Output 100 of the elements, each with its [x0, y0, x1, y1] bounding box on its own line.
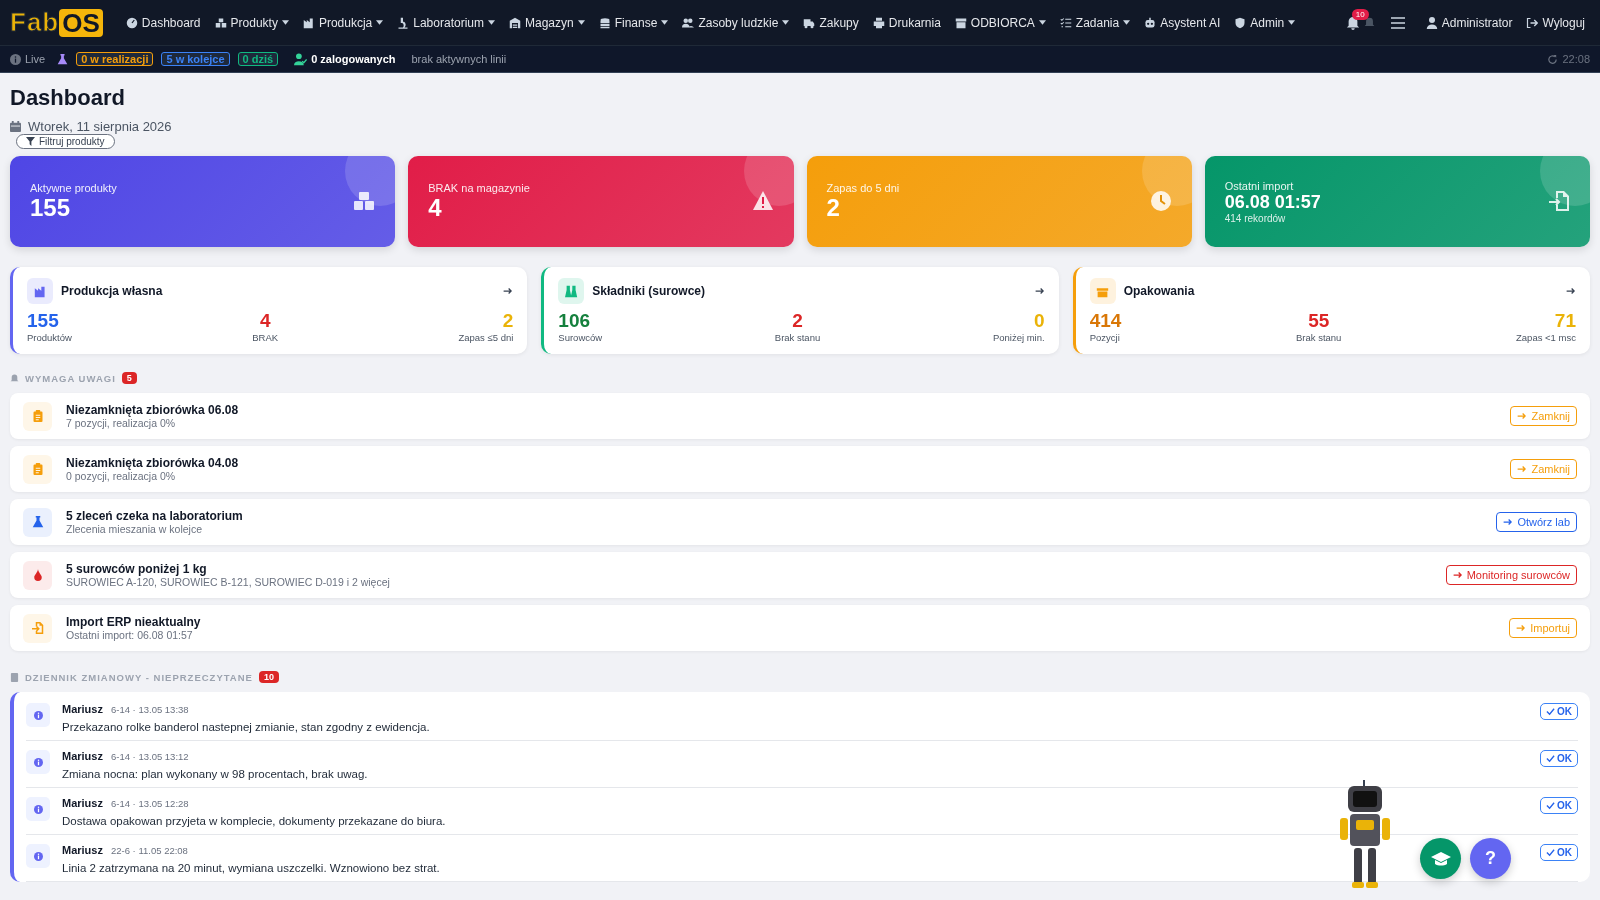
kpi-card[interactable]: Ostatni import 06.08 01:57 414 rekordów: [1204, 156, 1590, 247]
clipboard-icon: [31, 463, 44, 475]
summary-card[interactable]: Opakowania 414 Pozycji 55 Brak stanu 71 Zapas <1 msc: [1072, 267, 1590, 354]
ok-button[interactable]: OK: [1540, 703, 1578, 720]
nav-menu-item[interactable]: Dashboard: [120, 11, 206, 34]
nav-menu-item[interactable]: Asystent AI: [1139, 11, 1226, 34]
stat-value: 2: [792, 310, 803, 332]
boxes-icon: [353, 190, 376, 212]
kpi-card[interactable]: BRAK na magazynie 4: [408, 156, 794, 247]
nav-menu-item[interactable]: Laboratorium: [392, 11, 500, 34]
alert-title: 5 zleceń czeka na laboratorium: [66, 509, 244, 523]
info-icon: [33, 851, 43, 861]
alert-subtitle: 7 pozycji, realizacja 0%: [66, 417, 177, 429]
microscope-icon: [397, 16, 410, 29]
kpi-label: Aktywne produkty: [30, 181, 117, 194]
filter-button[interactable]: Filtruj produkty: [16, 134, 115, 149]
arrow-right-icon[interactable]: [503, 286, 514, 296]
action-button[interactable]: Monitoring surowców: [1445, 565, 1577, 585]
logo-text: Fab: [10, 7, 60, 38]
action-button[interactable]: Otwórz lab: [1496, 512, 1577, 532]
truck-icon: [803, 16, 816, 29]
nav-menu-item[interactable]: Zadania: [1054, 11, 1136, 34]
checklist-icon: [1059, 16, 1072, 29]
logged-in-count: 0 zalogowanych: [311, 53, 396, 65]
user-icon: [1425, 16, 1438, 29]
arrow-right-icon: [1503, 517, 1514, 527]
card-title: Składniki (surowce): [592, 284, 707, 298]
stat-value: 155: [27, 310, 59, 332]
section-title: DZIENNIK ZMIANOWY - NIEPRZECZYTANE: [25, 671, 253, 683]
nav-menu-item[interactable]: Zasoby ludzkie: [677, 11, 795, 34]
log-meta: 6-14 · 13.05 13:38: [110, 704, 189, 715]
check-icon: [1546, 707, 1555, 716]
stat-label: Produktów: [27, 332, 72, 343]
nav-menu-item[interactable]: Admin: [1229, 11, 1301, 34]
current-date: Wtorek, 11 sierpnia 2026: [28, 119, 172, 134]
card-title: Opakowania: [1123, 284, 1196, 298]
filter-icon: [26, 137, 35, 146]
kpi-value: 155: [30, 193, 71, 222]
nav-menu-item[interactable]: Zakupy: [798, 11, 864, 34]
log-author: Mariusz: [62, 797, 103, 809]
info-icon: [33, 757, 43, 767]
flask-icon: [57, 53, 69, 65]
log-author: Mariusz: [62, 844, 103, 856]
nav-menu-item[interactable]: Drukarnia: [867, 11, 946, 34]
log-meta: 22-6 · 11.05 22:08: [110, 845, 188, 856]
kpi-label: Ostatni import: [1224, 179, 1294, 192]
users-icon: [682, 16, 695, 29]
stat-value: 106: [558, 310, 591, 332]
nav-menu-item[interactable]: Produkty: [209, 11, 294, 34]
ok-button[interactable]: OK: [1540, 797, 1578, 814]
summary-card[interactable]: Składniki (surowce) 106 Surowców 2 Brak stanu 0 Poniżej min.: [541, 267, 1059, 354]
refresh-icon: [1547, 53, 1559, 65]
arrow-right-icon[interactable]: [1566, 286, 1576, 296]
kpi-label: Zapas do 5 dni: [826, 181, 900, 194]
ok-button[interactable]: OK: [1540, 844, 1578, 861]
coins-icon: [598, 16, 611, 29]
user-menu[interactable]: Administrator: [1420, 11, 1518, 34]
alert-title: 5 surowców poniżej 1 kg: [66, 562, 208, 576]
log-message: Zmiana nocna: plan wykonany w 98 procentach, brak uwag.: [62, 768, 368, 780]
stat-label: Brak stanu: [774, 332, 821, 343]
shield-icon: [1234, 16, 1247, 29]
kpi-card[interactable]: Aktywne produkty 155: [10, 156, 396, 247]
arrow-right-icon: [1516, 623, 1527, 633]
archive-icon: [954, 16, 967, 29]
summary-card[interactable]: Produkcja własna 155 Produktów 4 BRAK 2 Zapas ≤5 dni: [10, 267, 528, 354]
stat-label: Surowców: [558, 332, 603, 343]
nav-menu-item[interactable]: Magazyn: [504, 11, 590, 34]
stat-value: 4: [259, 310, 271, 332]
card-title: Produkcja własna: [61, 284, 164, 298]
arrow-right-icon: [1452, 570, 1463, 580]
nav-menu-item[interactable]: ODBIORCA: [949, 11, 1051, 34]
menu-icon[interactable]: [1390, 16, 1405, 29]
arrow-right-icon[interactable]: [1034, 286, 1045, 296]
factory-icon: [302, 16, 315, 29]
logo-badge: OS: [59, 8, 103, 37]
stat-label: Brak stanu: [1296, 332, 1342, 343]
clock-icon: [1149, 190, 1172, 212]
logout-link[interactable]: Wyloguj: [1521, 11, 1590, 34]
lines-status: brak aktywnych linii: [411, 53, 507, 65]
clock-time: 22:08: [1562, 53, 1590, 65]
book-icon: [10, 672, 19, 682]
status-badge: 5 w kolejce: [161, 52, 230, 66]
status-badge: 0 dziś: [237, 52, 279, 66]
count-badge: 10: [258, 671, 279, 683]
stat-value: 0: [1034, 310, 1045, 332]
stat-label: Pozycji: [1089, 332, 1120, 343]
nav-menu-item[interactable]: Finanse: [593, 11, 674, 34]
info-icon: [33, 710, 43, 720]
stat-value: 2: [502, 310, 514, 332]
alert-subtitle: SUROWIEC A-120, SUROWIEC B-121, SUROWIEC D-019 i 2 więcej: [66, 576, 391, 588]
nav-menu-item[interactable]: Produkcja: [297, 11, 389, 34]
stat-value: 55: [1308, 310, 1330, 332]
stat-label: Zapas ≤5 dni: [458, 332, 514, 343]
ok-button[interactable]: OK: [1540, 750, 1578, 767]
log-message: Linia 2 zatrzymana na 20 minut, wymiana uszczelki. Wznowiono bez strat.: [62, 862, 440, 874]
kpi-value: 2: [826, 193, 840, 222]
alert-subtitle: Ostatni import: 06.08 01:57: [66, 629, 194, 641]
file-import-icon: [31, 622, 44, 634]
stat-label: BRAK: [252, 332, 279, 343]
alert-subtitle: 0 pozycji, realizacja 0%: [66, 470, 177, 482]
